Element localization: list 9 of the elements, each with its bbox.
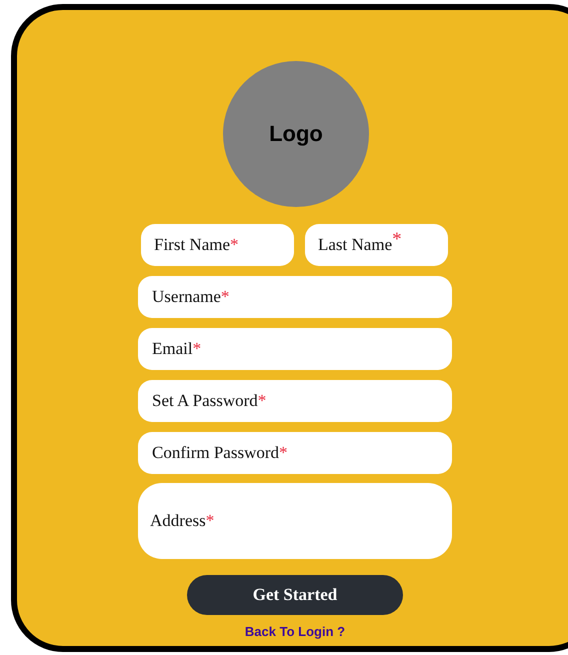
- input-field[interactable]: Set A Password*: [138, 380, 452, 422]
- get-started-button[interactable]: Get Started: [187, 575, 403, 615]
- back-to-login-link[interactable]: Back To Login ?: [244, 624, 346, 639]
- input-field[interactable]: Username*: [138, 276, 452, 318]
- input-field[interactable]: Email*: [138, 328, 452, 370]
- input-field[interactable]: First Name*: [141, 224, 294, 266]
- logo: Logo: [223, 61, 369, 207]
- input-field[interactable]: Confirm Password*: [138, 432, 452, 474]
- input-field[interactable]: Address*: [138, 483, 452, 559]
